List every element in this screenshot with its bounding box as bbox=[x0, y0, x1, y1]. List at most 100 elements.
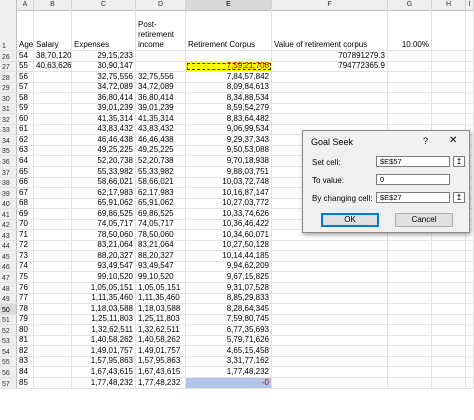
cell-expenses[interactable]: 32,75,556 bbox=[72, 72, 136, 82]
cell-i[interactable] bbox=[466, 314, 474, 325]
cell-age[interactable]: 72 bbox=[17, 240, 34, 251]
header-expenses[interactable]: Expenses bbox=[72, 10, 136, 50]
help-icon[interactable]: ? bbox=[423, 136, 428, 146]
set-cell-input[interactable] bbox=[376, 156, 450, 167]
cell-post-retirement-income[interactable]: 55,33,982 bbox=[136, 167, 186, 177]
cell-age[interactable]: 70 bbox=[17, 219, 34, 230]
column-header-h[interactable]: H bbox=[432, 0, 466, 10]
cell-h[interactable] bbox=[432, 335, 466, 346]
cell-i[interactable] bbox=[466, 82, 474, 93]
by-changing-cell-input[interactable] bbox=[376, 192, 450, 203]
cell-salary[interactable] bbox=[34, 272, 72, 283]
cell-age[interactable]: 73 bbox=[17, 251, 34, 261]
cell-i[interactable] bbox=[466, 72, 474, 82]
cell-expenses[interactable]: 52,20,738 bbox=[72, 156, 136, 167]
cell-h[interactable] bbox=[432, 346, 466, 356]
cell-value-of-retirement-corpus[interactable] bbox=[272, 240, 388, 251]
cell-retirement-corpus[interactable]: -0 bbox=[186, 377, 272, 388]
column-header-d[interactable]: D bbox=[136, 0, 186, 10]
cell-h[interactable] bbox=[432, 240, 466, 251]
ok-button[interactable]: OK bbox=[321, 213, 379, 227]
select-all-corner[interactable] bbox=[0, 0, 17, 10]
cell-expenses[interactable]: 1,49,01,757 bbox=[72, 346, 136, 356]
cell-retirement-corpus[interactable]: 10,27,03,772 bbox=[186, 198, 272, 209]
cell-salary[interactable] bbox=[34, 188, 72, 198]
cell-salary[interactable] bbox=[34, 240, 72, 251]
cell-salary[interactable] bbox=[34, 93, 72, 103]
close-icon[interactable]: ✕ bbox=[449, 135, 457, 146]
cell-i[interactable] bbox=[466, 61, 474, 72]
cell-salary[interactable] bbox=[34, 114, 72, 124]
cell-value-of-retirement-corpus[interactable] bbox=[272, 251, 388, 261]
column-header-g[interactable]: G bbox=[388, 0, 432, 10]
cell-g[interactable] bbox=[388, 314, 432, 325]
cell-post-retirement-income[interactable]: 49,25,225 bbox=[136, 145, 186, 156]
cell-post-retirement-income[interactable]: 1,57,95,863 bbox=[136, 356, 186, 367]
cell-age[interactable]: 61 bbox=[17, 124, 34, 135]
cell-value-of-retirement-corpus[interactable] bbox=[272, 356, 388, 367]
cell-salary[interactable] bbox=[34, 367, 72, 377]
cell-post-retirement-income[interactable]: 43,83,432 bbox=[136, 124, 186, 135]
cell-value-of-retirement-corpus[interactable] bbox=[272, 283, 388, 293]
cell-post-retirement-income[interactable]: 74,05,717 bbox=[136, 219, 186, 230]
cell-expenses[interactable]: 29,15,233 bbox=[72, 51, 136, 61]
cell-post-retirement-income[interactable]: 41,35,314 bbox=[136, 114, 186, 124]
cell-expenses[interactable]: 36,80,414 bbox=[72, 93, 136, 103]
cancel-button[interactable]: Cancel bbox=[395, 213, 453, 227]
cell-salary[interactable] bbox=[34, 198, 72, 209]
cell-salary[interactable] bbox=[34, 230, 72, 240]
cell-age[interactable]: 68 bbox=[17, 198, 34, 209]
cell-retirement-corpus[interactable] bbox=[186, 51, 272, 61]
cell-post-retirement-income[interactable]: 1,05,05,151 bbox=[136, 283, 186, 293]
cell-salary[interactable] bbox=[34, 346, 72, 356]
cell-h[interactable] bbox=[432, 283, 466, 293]
cell-retirement-corpus[interactable]: 10,16,87,147 bbox=[186, 188, 272, 198]
cell-h[interactable] bbox=[432, 251, 466, 261]
cell-retirement-corpus[interactable]: 8,85,29,833 bbox=[186, 293, 272, 304]
cell-retirement-corpus[interactable]: 9,06,99,534 bbox=[186, 124, 272, 135]
cell-value-of-retirement-corpus[interactable] bbox=[272, 82, 388, 93]
cell-g[interactable] bbox=[388, 293, 432, 304]
row-number[interactable]: 31 bbox=[0, 103, 17, 114]
cell-retirement-corpus[interactable]: 1,77,48,232 bbox=[186, 367, 272, 377]
cell-salary[interactable] bbox=[34, 325, 72, 335]
column-header-c[interactable]: C bbox=[72, 0, 136, 10]
cell-salary[interactable] bbox=[34, 304, 72, 314]
cell-i[interactable] bbox=[466, 51, 474, 61]
cell-g[interactable] bbox=[388, 93, 432, 103]
cell-age[interactable]: 62 bbox=[17, 135, 34, 145]
cell-h[interactable] bbox=[432, 61, 466, 72]
cell-post-retirement-income[interactable]: 78,50,060 bbox=[136, 230, 186, 240]
cell-age[interactable]: 75 bbox=[17, 272, 34, 283]
cell-salary[interactable] bbox=[34, 167, 72, 177]
cell-value-of-retirement-corpus[interactable] bbox=[272, 304, 388, 314]
cell-retirement-corpus[interactable]: 8,59,54,279 bbox=[186, 103, 272, 114]
cell-expenses[interactable]: 1,25,11,803 bbox=[72, 314, 136, 325]
cell-expenses[interactable]: 1,77,48,232 bbox=[72, 377, 136, 388]
cell-salary[interactable] bbox=[34, 72, 72, 82]
cell-expenses[interactable]: 1,05,05,151 bbox=[72, 283, 136, 293]
cell-retirement-corpus[interactable]: 9,50,53,088 bbox=[186, 145, 272, 156]
cell-retirement-corpus[interactable]: 9,29,37,343 bbox=[186, 135, 272, 145]
cell-post-retirement-income[interactable]: 39,01,239 bbox=[136, 103, 186, 114]
cell-i[interactable] bbox=[466, 93, 474, 103]
row-number[interactable]: 56 bbox=[0, 367, 17, 377]
cell-retirement-corpus[interactable]: 9,31,07,528 bbox=[186, 283, 272, 293]
row-number[interactable]: 51 bbox=[0, 314, 17, 325]
cell-post-retirement-income[interactable] bbox=[136, 51, 186, 61]
cell-age[interactable]: 64 bbox=[17, 156, 34, 167]
cell-i[interactable] bbox=[466, 346, 474, 356]
row-number[interactable]: 45 bbox=[0, 251, 17, 261]
cell-post-retirement-income[interactable]: 34,72,089 bbox=[136, 82, 186, 93]
cell-value-of-retirement-corpus[interactable]: 794772365.9 bbox=[272, 61, 388, 72]
cell-g[interactable] bbox=[388, 61, 432, 72]
row-number[interactable]: 49 bbox=[0, 293, 17, 304]
cell-g[interactable] bbox=[388, 367, 432, 377]
cell-h[interactable] bbox=[432, 304, 466, 314]
cell-value-of-retirement-corpus[interactable] bbox=[272, 72, 388, 82]
cell-age[interactable]: 69 bbox=[17, 209, 34, 219]
cell-g[interactable] bbox=[388, 261, 432, 272]
cell-age[interactable]: 82 bbox=[17, 346, 34, 356]
to-value-input[interactable] bbox=[376, 174, 450, 185]
cell-h[interactable] bbox=[432, 103, 466, 114]
